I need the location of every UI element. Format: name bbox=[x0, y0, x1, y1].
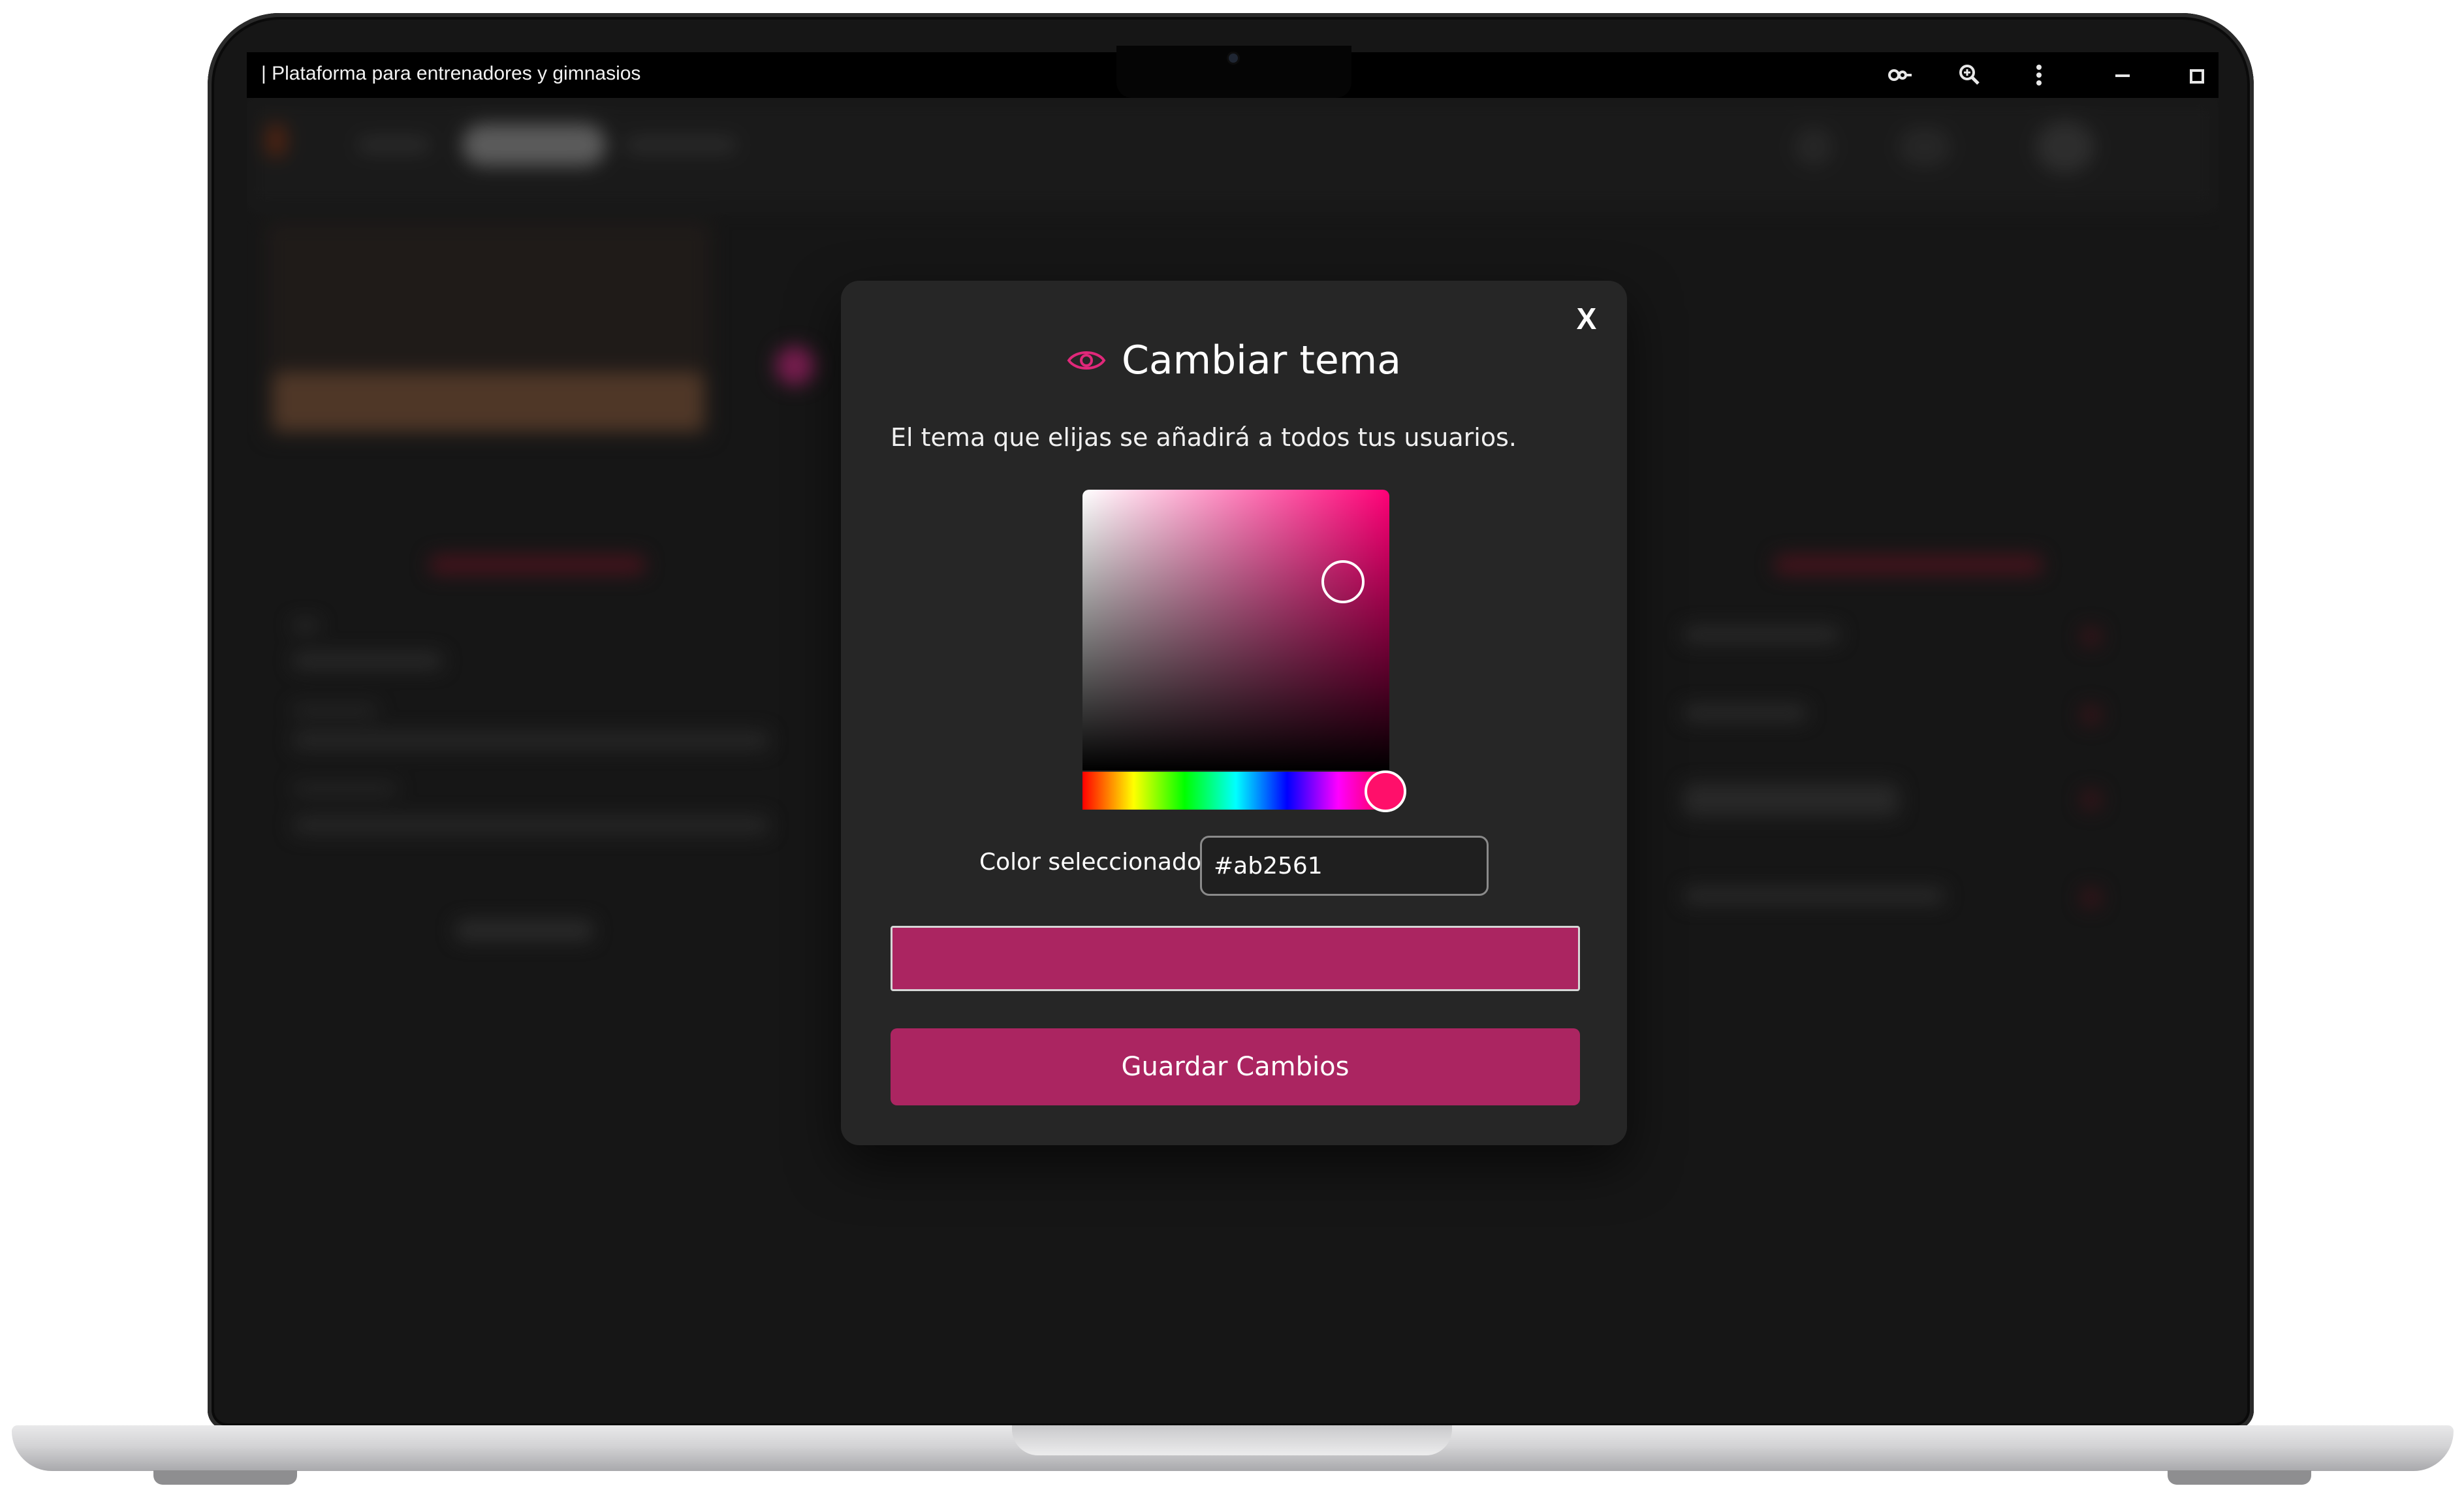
zoom-icon[interactable] bbox=[1956, 61, 1983, 89]
save-changes-button[interactable]: Guardar Cambios bbox=[891, 1028, 1580, 1105]
close-button[interactable]: X bbox=[1567, 299, 1606, 338]
laptop-foot bbox=[2168, 1470, 2311, 1485]
laptop-foot bbox=[153, 1470, 297, 1485]
key-icon[interactable] bbox=[1886, 61, 1913, 89]
selected-color-label: Color seleccionado: bbox=[979, 849, 1209, 876]
camera-icon bbox=[1229, 54, 1238, 63]
window-title: | Plataforma para entrenadores y gimnasi… bbox=[261, 63, 641, 84]
modal-title: Cambiar tema bbox=[1121, 338, 1402, 383]
theme-modal: X Cambiar tema El tema que elijas se aña… bbox=[841, 281, 1627, 1145]
hex-color-input[interactable] bbox=[1200, 836, 1489, 896]
color-preview bbox=[891, 926, 1580, 991]
hue-slider-handle[interactable] bbox=[1365, 770, 1406, 812]
modal-header: Cambiar tema bbox=[841, 334, 1627, 387]
minimize-icon[interactable] bbox=[2109, 61, 2136, 89]
window-icon[interactable] bbox=[2183, 61, 2211, 89]
saturation-value-picker[interactable] bbox=[1082, 490, 1389, 770]
saturation-handle[interactable] bbox=[1321, 560, 1365, 603]
more-vertical-icon[interactable] bbox=[2025, 61, 2053, 89]
modal-description: El tema que elijas se añadirá a todos tu… bbox=[891, 423, 1517, 452]
hue-slider[interactable] bbox=[1082, 772, 1389, 810]
laptop-base-notch bbox=[1012, 1425, 1452, 1455]
eye-icon bbox=[1067, 351, 1106, 370]
laptop-screen: | Plataforma para entrenadores y gimnasi… bbox=[247, 52, 2219, 1331]
